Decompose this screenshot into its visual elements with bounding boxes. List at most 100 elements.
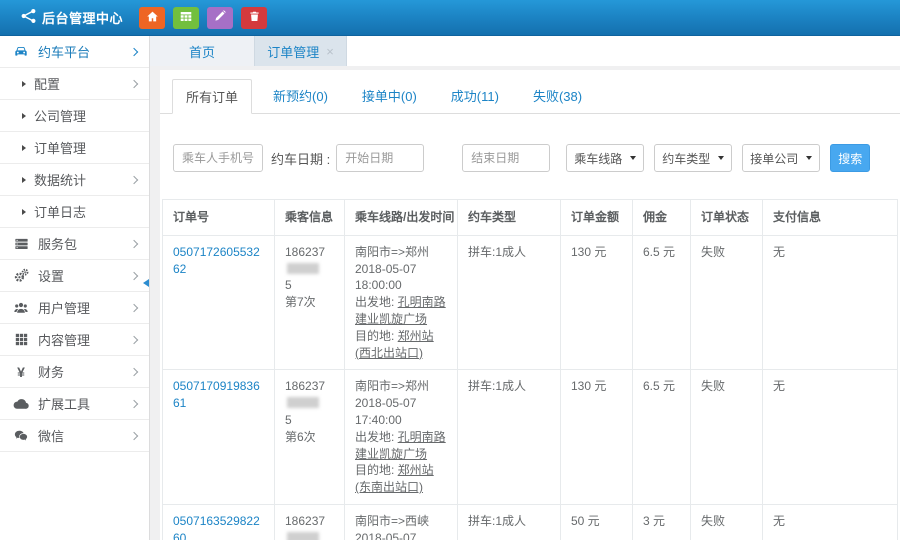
dropdown-arrow-icon	[718, 156, 724, 160]
tab-home[interactable]: 首页	[150, 36, 255, 66]
sidebar-collapse-toggle[interactable]	[143, 279, 149, 287]
sidebar-item-label: 设置	[38, 266, 64, 285]
col-order-no: 订单号	[163, 200, 275, 236]
wechat-icon	[12, 429, 30, 443]
yen-icon: ¥	[12, 364, 30, 380]
col-passenger-info: 乘客信息	[275, 200, 345, 236]
sidebar-item-finance[interactable]: ¥ 财务	[0, 356, 149, 388]
sidebar-item-settings[interactable]: 设置	[0, 260, 149, 292]
sidebar-item-order-log[interactable]: 订单日志	[0, 196, 149, 228]
tab-failed[interactable]: 失败(38)	[520, 79, 595, 114]
order-row: 050716352982260 186237 5 第5次 南阳市=>西峡 201…	[163, 504, 898, 540]
sidebar-item-label: 扩展工具	[38, 394, 90, 413]
content-panel: 所有订单 新预约(0) 接单中(0) 成功(11) 失败(38) 约车日期 : …	[160, 70, 900, 540]
app-logo: 后台管理中心	[20, 8, 123, 27]
sidebar-item-label: 财务	[38, 362, 64, 381]
trash-icon	[249, 10, 260, 26]
sidebar-item-content-management[interactable]: 内容管理	[0, 324, 149, 356]
users-icon	[12, 301, 30, 315]
table-header-row: 订单号 乘客信息 乘车线路/出发时间 约车类型 订单金额 佣金 订单状态 支付信…	[163, 200, 898, 236]
caret-right-icon	[22, 113, 26, 119]
chevron-right-icon	[130, 79, 138, 87]
booking-date-label: 约车日期 :	[271, 149, 330, 168]
start-date-input[interactable]	[336, 144, 424, 172]
sidebar-item-service-package[interactable]: 服务包	[0, 228, 149, 260]
settings-gears-icon	[12, 268, 30, 283]
sidebar-item-config[interactable]: 配置	[0, 68, 149, 100]
sidebar-item-wechat[interactable]: 微信	[0, 420, 149, 452]
commission-cell: 6.5 元	[633, 235, 691, 370]
sidebar-item-label: 订单管理	[34, 138, 86, 157]
chevron-right-icon	[130, 239, 138, 247]
accepting-company-select[interactable]: 接单公司	[742, 144, 820, 172]
tab-new-reservations[interactable]: 新预约(0)	[260, 79, 341, 114]
tab-order-management[interactable]: 订单管理 ×	[255, 36, 347, 66]
chevron-right-icon	[130, 47, 138, 55]
commission-cell: 6.5 元	[633, 370, 691, 505]
sidebar: 约车平台 配置 公司管理 订单管理 数据统计 订单日志	[0, 36, 150, 540]
edit-button[interactable]	[207, 7, 233, 29]
sidebar-item-label: 约车平台	[38, 42, 90, 61]
chevron-right-icon	[130, 367, 138, 375]
pencil-icon	[214, 10, 226, 25]
sidebar-item-label: 服务包	[38, 234, 77, 253]
sidebar-item-order-management[interactable]: 订单管理	[0, 132, 149, 164]
amount-cell: 130 元	[561, 235, 633, 370]
status-cell: 失败	[691, 235, 763, 370]
chevron-right-icon	[130, 303, 138, 311]
car-icon	[12, 45, 30, 59]
status-cell: 失败	[691, 370, 763, 505]
sidebar-item-user-management[interactable]: 用户管理	[0, 292, 149, 324]
passenger-phone-input[interactable]	[173, 144, 263, 172]
calendar-icon	[179, 10, 193, 26]
close-icon[interactable]: ×	[326, 45, 334, 58]
chevron-right-icon	[130, 431, 138, 439]
calendar-button[interactable]	[173, 7, 199, 29]
end-date-input[interactable]	[462, 144, 550, 172]
tab-in-progress[interactable]: 接单中(0)	[349, 79, 430, 114]
order-number-link[interactable]: 050717091983661	[173, 379, 260, 410]
order-row: 050717091983661 186237 5 第6次 南阳市=>郑州 201…	[163, 370, 898, 505]
sidebar-item-label: 微信	[38, 426, 64, 445]
order-number-link[interactable]: 050716352982260	[173, 514, 260, 540]
payment-cell: 无	[763, 370, 898, 505]
col-booking-type: 约车类型	[458, 200, 561, 236]
passenger-cell: 186237 5 第5次	[275, 504, 345, 540]
commission-cell: 3 元	[633, 504, 691, 540]
app-title: 后台管理中心	[42, 8, 123, 27]
route-cell: 南阳市=>郑州 2018-05-07 17:40:00 出发地: 孔明南路建业凯…	[345, 370, 458, 505]
sidebar-item-company-management[interactable]: 公司管理	[0, 100, 149, 132]
order-row: 050717260553262 186237 5 第7次 南阳市=>郑州 201…	[163, 235, 898, 370]
search-button[interactable]: 搜索	[830, 144, 870, 172]
service-package-icon	[12, 237, 30, 251]
order-status-tabs: 所有订单 新预约(0) 接单中(0) 成功(11) 失败(38)	[160, 70, 900, 114]
orders-table-wrap: 订单号 乘客信息 乘车线路/出发时间 约车类型 订单金额 佣金 订单状态 支付信…	[160, 172, 900, 540]
sidebar-item-label: 数据统计	[34, 170, 86, 189]
booking-type-cell: 拼车:1成人	[458, 370, 561, 505]
booking-type-select[interactable]: 约车类型	[654, 144, 732, 172]
caret-right-icon	[22, 145, 26, 151]
col-status: 订单状态	[691, 200, 763, 236]
sidebar-item-extension-tools[interactable]: 扩展工具	[0, 388, 149, 420]
sidebar-item-label: 订单日志	[34, 202, 86, 221]
col-payment: 支付信息	[763, 200, 898, 236]
sidebar-item-booking-platform[interactable]: 约车平台	[0, 36, 149, 68]
home-button[interactable]	[139, 7, 165, 29]
booking-type-cell: 拼车:1成人	[458, 235, 561, 370]
home-icon	[146, 10, 159, 26]
sidebar-item-data-statistics[interactable]: 数据统计	[0, 164, 149, 196]
chevron-right-icon	[130, 271, 138, 279]
passenger-cell: 186237 5 第7次	[275, 235, 345, 370]
tab-all-orders[interactable]: 所有订单	[172, 79, 252, 114]
grid-icon	[12, 333, 30, 346]
sidebar-item-label: 内容管理	[38, 330, 90, 349]
route-select[interactable]: 乘车线路	[566, 144, 644, 172]
tab-success[interactable]: 成功(11)	[438, 79, 512, 114]
route-cell: 南阳市=>西峡 2018-05-07 17:10:00 出发地: 建业十里湖山城…	[345, 504, 458, 540]
chevron-right-icon	[130, 335, 138, 343]
payment-cell: 无	[763, 504, 898, 540]
order-number-link[interactable]: 050717260553262	[173, 245, 260, 276]
chevron-right-icon	[130, 399, 138, 407]
delete-button[interactable]	[241, 7, 267, 29]
route-cell: 南阳市=>郑州 2018-05-07 18:00:00 出发地: 孔明南路建业凯…	[345, 235, 458, 370]
